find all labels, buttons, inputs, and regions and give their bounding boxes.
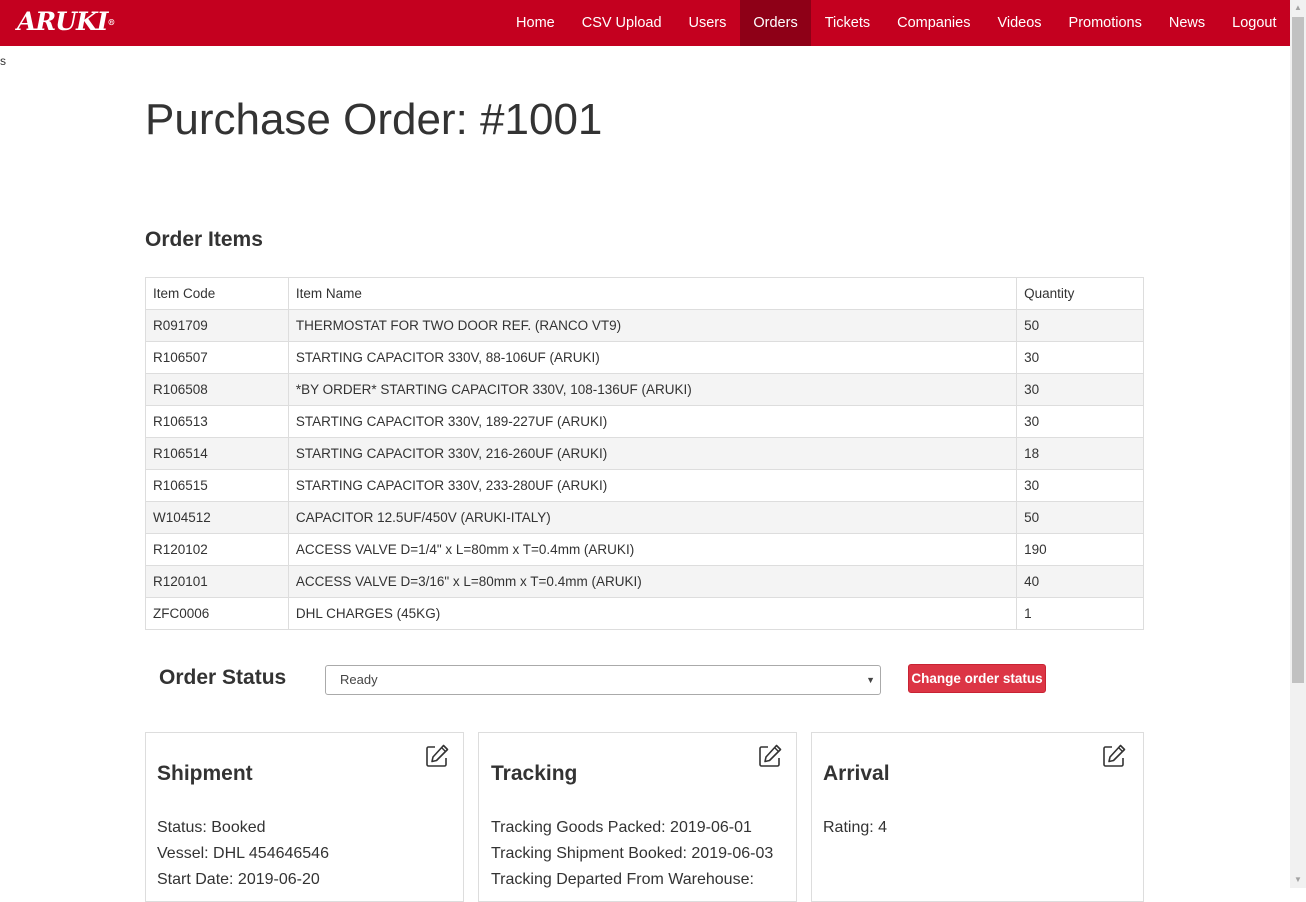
arrival-details: Rating: 4 bbox=[823, 815, 887, 841]
brand-logo[interactable]: ARUKI® bbox=[17, 7, 115, 36]
table-row: R120101 ACCESS VALVE D=3/16" x L=80mm x … bbox=[145, 565, 1144, 598]
tracking-details: Tracking Goods Packed: 2019-06-01 Tracki… bbox=[491, 815, 773, 893]
scroll-down-arrow-icon[interactable]: ▼ bbox=[1290, 872, 1306, 888]
item-quantity-cell: 30 bbox=[1016, 469, 1144, 502]
arrival-rating: Rating: 4 bbox=[823, 819, 888, 836]
item-name-cell: ACCESS VALVE D=3/16" x L=80mm x T=0.4mm … bbox=[287, 565, 1018, 598]
table-row: R106508 *BY ORDER* STARTING CAPACITOR 33… bbox=[145, 373, 1144, 406]
edit-icon[interactable] bbox=[1101, 743, 1127, 769]
main-nav: Home CSV Upload Users Orders Tickets Com… bbox=[503, 0, 1290, 46]
table-row: R106515 STARTING CAPACITOR 330V, 233-280… bbox=[145, 469, 1144, 502]
item-name-cell: CAPACITOR 12.5UF/450V (ARUKI-ITALY) bbox=[287, 501, 1018, 534]
nav-item-csv-upload[interactable]: CSV Upload bbox=[568, 0, 675, 46]
table-row: W104512 CAPACITOR 12.5UF/450V (ARUKI-ITA… bbox=[145, 501, 1144, 534]
arrival-card: Arrival Rating: 4 bbox=[811, 732, 1144, 902]
shipment-title: Shipment bbox=[157, 762, 253, 785]
nav-item-home[interactable]: Home bbox=[503, 0, 569, 46]
table-row: R106514 STARTING CAPACITOR 330V, 216-260… bbox=[145, 437, 1144, 470]
nav-item-orders[interactable]: Orders bbox=[739, 0, 812, 46]
edit-icon[interactable] bbox=[757, 743, 783, 769]
nav-item-tickets[interactable]: Tickets bbox=[811, 0, 883, 46]
table-row: R106513 STARTING CAPACITOR 330V, 189-227… bbox=[145, 405, 1144, 438]
item-quantity-cell: 30 bbox=[1016, 341, 1144, 374]
change-order-status-button[interactable]: Change order status bbox=[908, 664, 1046, 693]
item-quantity-cell: 50 bbox=[1016, 501, 1144, 534]
item-code-cell: R106515 bbox=[145, 469, 289, 502]
nav-item-promotions[interactable]: Promotions bbox=[1055, 0, 1155, 46]
item-code-cell: R106514 bbox=[145, 437, 289, 470]
order-status-selected-value: Ready bbox=[340, 672, 378, 687]
page-scrollbar[interactable]: ▲ ▼ bbox=[1290, 0, 1306, 888]
item-code-cell: ZFC0006 bbox=[145, 597, 289, 630]
shipment-status: Status: Booked bbox=[157, 819, 266, 836]
order-items-title: Order Items bbox=[145, 228, 263, 251]
brand-registered-mark: ® bbox=[107, 17, 115, 27]
tracking-title: Tracking bbox=[491, 762, 578, 785]
scroll-up-arrow-icon[interactable]: ▲ bbox=[1290, 0, 1306, 16]
nav-item-logout[interactable]: Logout bbox=[1219, 0, 1290, 46]
shipment-start-date: Start Date: 2019-06-20 bbox=[157, 871, 320, 888]
item-name-cell: DHL CHARGES (45KG) bbox=[287, 597, 1018, 630]
nav-item-videos[interactable]: Videos bbox=[984, 0, 1055, 46]
stray-text: s bbox=[0, 54, 6, 68]
item-code-cell: R120101 bbox=[145, 565, 289, 598]
item-name-cell: ACCESS VALVE D=1/4" x L=80mm x T=0.4mm (… bbox=[287, 533, 1018, 566]
item-name-cell: STARTING CAPACITOR 330V, 189-227UF (ARUK… bbox=[287, 405, 1018, 438]
tracking-goods-packed: Tracking Goods Packed: 2019-06-01 bbox=[491, 819, 752, 836]
item-quantity-cell: 1 bbox=[1016, 597, 1144, 630]
item-name-cell: STARTING CAPACITOR 330V, 216-260UF (ARUK… bbox=[287, 437, 1018, 470]
item-name-cell: THERMOSTAT FOR TWO DOOR REF. (RANCO VT9) bbox=[287, 309, 1018, 342]
item-quantity-cell: 190 bbox=[1016, 533, 1144, 566]
tracking-shipment-booked: Tracking Shipment Booked: 2019-06-03 bbox=[491, 845, 774, 862]
chevron-down-icon: ▼ bbox=[866, 675, 875, 685]
header-quantity: Quantity bbox=[1016, 277, 1144, 310]
item-quantity-cell: 30 bbox=[1016, 405, 1144, 438]
item-quantity-cell: 30 bbox=[1016, 373, 1144, 406]
item-code-cell: R106507 bbox=[145, 341, 289, 374]
table-row: R120102 ACCESS VALVE D=1/4" x L=80mm x T… bbox=[145, 533, 1144, 566]
shipment-card: Shipment Status: Booked Vessel: DHL 4546… bbox=[145, 732, 464, 902]
shipment-vessel: Vessel: DHL 454646546 bbox=[157, 845, 329, 862]
top-navbar: ARUKI® Home CSV Upload Users Orders Tick… bbox=[0, 0, 1290, 46]
header-item-code: Item Code bbox=[145, 277, 289, 310]
item-name-cell: STARTING CAPACITOR 330V, 88-106UF (ARUKI… bbox=[287, 341, 1018, 374]
tracking-departed-warehouse: Tracking Departed From Warehouse: bbox=[491, 871, 754, 888]
table-row: ZFC0006 DHL CHARGES (45KG) 1 bbox=[145, 597, 1144, 630]
table-header-row: Item Code Item Name Quantity bbox=[145, 277, 1144, 310]
item-name-cell: STARTING CAPACITOR 330V, 233-280UF (ARUK… bbox=[287, 469, 1018, 502]
nav-item-users[interactable]: Users bbox=[675, 0, 740, 46]
item-name-cell: *BY ORDER* STARTING CAPACITOR 330V, 108-… bbox=[287, 373, 1018, 406]
table-row: R106507 STARTING CAPACITOR 330V, 88-106U… bbox=[145, 341, 1144, 374]
item-quantity-cell: 50 bbox=[1016, 309, 1144, 342]
item-code-cell: R106508 bbox=[145, 373, 289, 406]
order-items-table: Item Code Item Name Quantity R091709 THE… bbox=[145, 277, 1144, 630]
item-code-cell: R120102 bbox=[145, 533, 289, 566]
order-status-label: Order Status bbox=[159, 666, 287, 689]
arrival-title: Arrival bbox=[823, 762, 890, 785]
page-title: Purchase Order: #1001 bbox=[145, 95, 603, 144]
item-code-cell: W104512 bbox=[145, 501, 289, 534]
item-quantity-cell: 18 bbox=[1016, 437, 1144, 470]
tracking-card: Tracking Tracking Goods Packed: 2019-06-… bbox=[478, 732, 797, 902]
order-status-select[interactable]: Ready ▼ bbox=[325, 665, 881, 695]
edit-icon[interactable] bbox=[424, 743, 450, 769]
shipment-details: Status: Booked Vessel: DHL 454646546 Sta… bbox=[157, 815, 329, 893]
item-quantity-cell: 40 bbox=[1016, 565, 1144, 598]
item-code-cell: R106513 bbox=[145, 405, 289, 438]
nav-item-companies[interactable]: Companies bbox=[884, 0, 984, 46]
item-code-cell: R091709 bbox=[145, 309, 289, 342]
scrollbar-thumb[interactable] bbox=[1292, 17, 1304, 683]
brand-name: ARUKI bbox=[17, 7, 108, 36]
table-row: R091709 THERMOSTAT FOR TWO DOOR REF. (RA… bbox=[145, 309, 1144, 342]
header-item-name: Item Name bbox=[287, 277, 1018, 310]
nav-item-news[interactable]: News bbox=[1155, 0, 1218, 46]
